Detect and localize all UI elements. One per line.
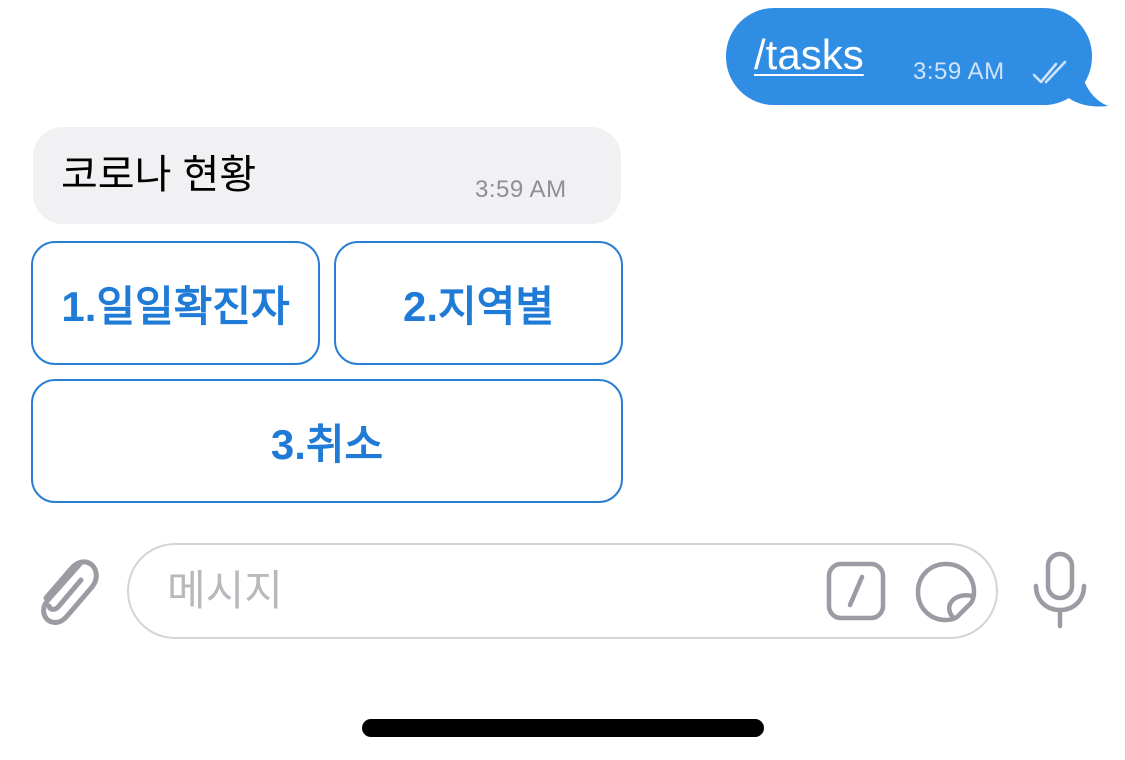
home-indicator[interactable] [362,719,764,737]
double-check-icon [1032,60,1067,84]
incoming-message-bubble[interactable]: 코로나 현황 3:59 AM [33,127,621,224]
outgoing-message-text[interactable]: /tasks [754,30,864,80]
outgoing-message-bubble[interactable]: /tasks 3:59 AM [726,8,1092,105]
slash-command-icon[interactable] [826,561,886,621]
incoming-message-time: 3:59 AM [475,176,567,203]
microphone-icon[interactable] [1028,550,1092,630]
daily-cases-button[interactable]: 1.일일확진자 [31,241,320,365]
cancel-button[interactable]: 3.취소 [31,379,623,503]
chat-screen: /tasks 3:59 AM 코로나 현황 3:59 AM 1.일일확진자 2.… [0,0,1125,760]
outgoing-message-time: 3:59 AM [913,58,1005,85]
message-input[interactable]: 메시지 [127,543,998,639]
by-region-button[interactable]: 2.지역별 [334,241,623,365]
incoming-message-text: 코로나 현황 [61,153,257,197]
paperclip-icon[interactable] [30,550,100,630]
message-input-placeholder: 메시지 [167,567,283,614]
sticker-icon[interactable] [914,560,978,624]
